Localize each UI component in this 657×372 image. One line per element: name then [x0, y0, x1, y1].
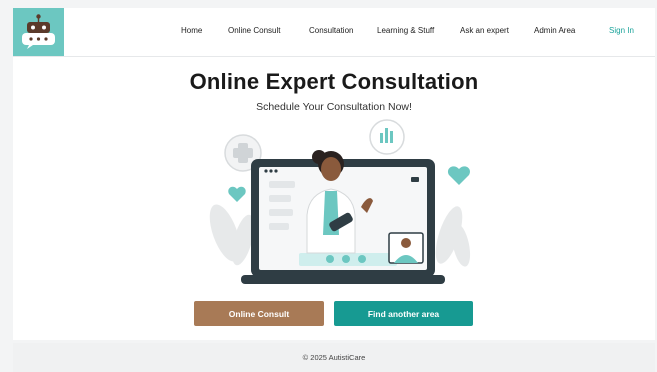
page-title: Online Expert Consultation — [189, 69, 479, 94]
page: Home Online Consult Consultation Learnin… — [0, 0, 657, 372]
page-subtitle: Schedule Your Consultation Now! — [256, 101, 412, 113]
footer: © 2025 AutistiCare — [13, 343, 655, 372]
sign-in-link[interactable]: Sign In — [609, 26, 634, 35]
nav-consultation[interactable]: Consultation — [309, 26, 353, 35]
robot-chat-icon — [22, 14, 55, 49]
nav-ask-an-expert[interactable]: Ask an expert — [460, 26, 509, 35]
logo[interactable] — [13, 8, 64, 56]
hero-section: Online Expert Consultation Schedule Your… — [13, 57, 655, 340]
nav-home[interactable]: Home — [181, 26, 202, 35]
nav-learning-stuff[interactable]: Learning & Stuff — [377, 26, 434, 35]
footer-copyright: © 2025 AutistiCare — [302, 353, 366, 362]
online-consult-button[interactable]: Online Consult — [194, 301, 324, 326]
nav-admin-area[interactable]: Admin Area — [534, 26, 575, 35]
top-navbar: Home Online Consult Consultation Learnin… — [13, 8, 655, 57]
find-another-area-button[interactable]: Find another area — [334, 301, 473, 326]
doctor-video-call-illustration — [209, 119, 471, 284]
nav-online-consult[interactable]: Online Consult — [228, 26, 280, 35]
